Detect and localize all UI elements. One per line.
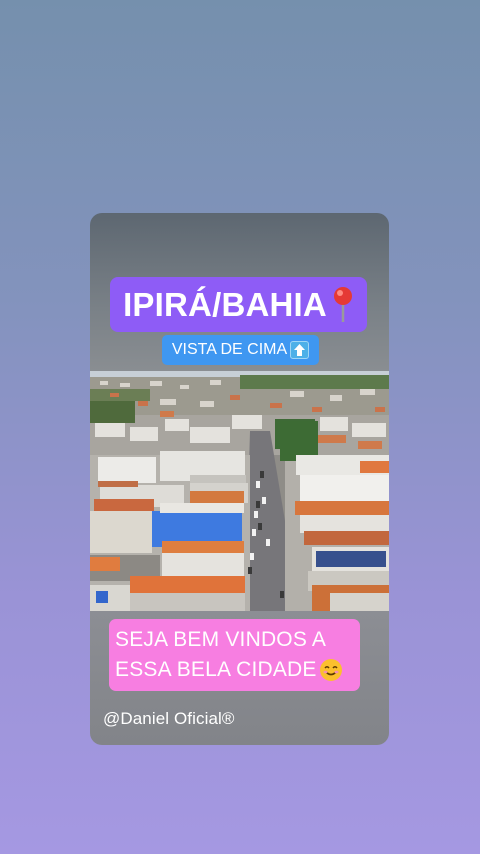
subtitle-text: VISTA DE CIMA: [171, 341, 288, 358]
welcome-line-1: SEJA BEM VINDOS A: [115, 628, 327, 651]
round-pushpin-icon: [332, 286, 354, 324]
aerial-city-photo: [90, 371, 389, 611]
title-banner: IPIRÁ/BAHIA: [110, 277, 367, 332]
author-handle: @Daniel Oficial®: [103, 709, 235, 728]
subtitle-banner: VISTA DE CIMA: [162, 335, 319, 365]
welcome-line-2: ESSA BELA CIDADE: [115, 658, 317, 681]
smiling-face-icon: [319, 658, 343, 682]
up-arrow-box-icon: [290, 341, 310, 359]
title-text: IPIRÁ/BAHIA: [123, 285, 327, 323]
story-card: IPIRÁ/BAHIA VISTA DE CIMA SEJA BEM VINDO…: [90, 213, 389, 745]
welcome-banner: SEJA BEM VINDOS A ESSA BELA CIDADE: [109, 619, 360, 691]
welcome-line-2-row: ESSA BELA CIDADE: [115, 655, 360, 685]
